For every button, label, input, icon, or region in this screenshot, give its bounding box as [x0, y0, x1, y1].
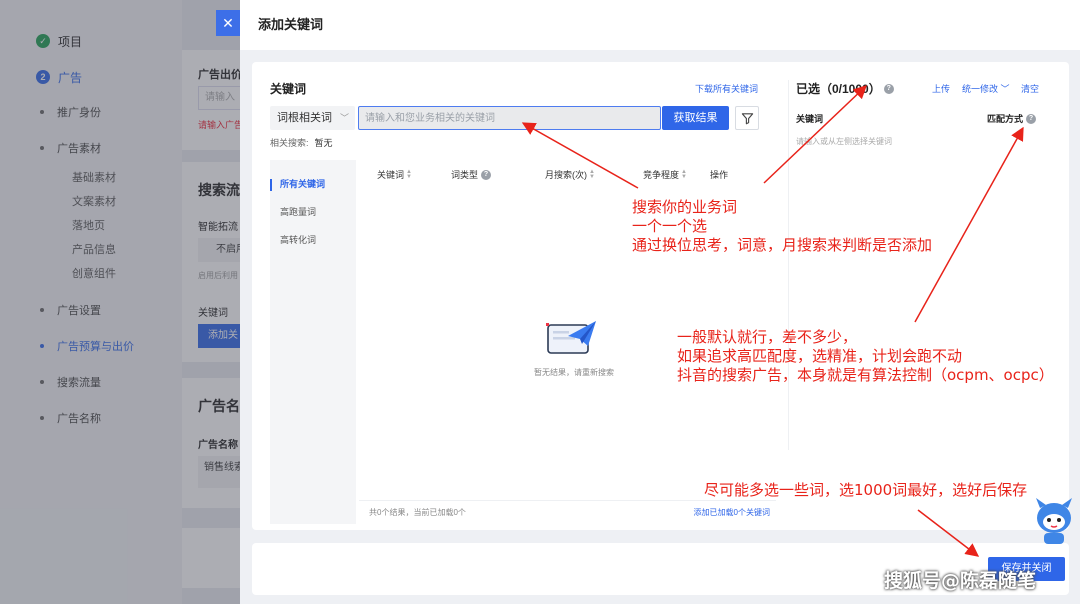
- filter-button[interactable]: [735, 106, 759, 130]
- column-label: 操作: [710, 170, 729, 180]
- annotation-line: 如果追求高匹配度，选精准，计划会跑不动: [677, 347, 963, 365]
- help-icon[interactable]: ?: [883, 83, 894, 94]
- batch-edit-dropdown[interactable]: 统一修改 ﹀: [962, 82, 1010, 95]
- column-monthly-search[interactable]: 月搜索(次) ▲ ▼: [545, 168, 595, 181]
- category-high-volume[interactable]: 高跑量词: [270, 198, 356, 226]
- column-competition[interactable]: 竞争程度 ▲ ▼: [643, 168, 687, 181]
- related-search: 相关搜索: 暂无: [270, 136, 339, 149]
- column-label: 月搜索(次): [545, 170, 587, 180]
- selected-column-keyword: 关键词: [796, 114, 824, 124]
- annotation-note-search: 搜索你的业务词 一个一个选 通过换位思考，词意，月搜索来判断是否添加: [632, 198, 932, 255]
- category-high-conversion[interactable]: 高转化词: [270, 226, 356, 254]
- upload-link[interactable]: 上传: [932, 82, 950, 95]
- keywords-section-title: 关键词: [270, 82, 307, 96]
- selected-empty-hint: 请输入或从左侧选择关键词: [796, 137, 892, 146]
- keyword-type-select[interactable]: 词根相关词 ﹀: [270, 106, 355, 130]
- selected-count: 已选（0/1000）: [796, 82, 881, 96]
- column-action: 操作: [710, 168, 728, 181]
- watermark-text: 搜狐号@陈磊随笔: [884, 570, 1037, 592]
- empty-state-text: 暂无结果，请重新搜索: [534, 368, 614, 377]
- keyword-category-list: 所有关键词 高跑量词 高转化词: [270, 160, 356, 524]
- chevron-down-icon: ﹀: [339, 113, 349, 123]
- result-count: 共0个结果，当前已加载0个: [369, 508, 466, 517]
- column-label: 关键词: [377, 170, 405, 180]
- add-keywords-drawer: 添加关键词 关键词 下载所有关键词 词根相关词 ﹀ 获取结果 相关搜索: 暂无 所…: [240, 0, 1080, 604]
- mascot-icon: [1036, 498, 1072, 544]
- selected-column-match-type: 匹配方式?: [987, 112, 1037, 125]
- sort-icon: ▲ ▼: [681, 168, 687, 180]
- annotation-line: 一般默认就行，差不多少，: [677, 328, 858, 346]
- keywords-panel: 关键词 下载所有关键词 词根相关词 ﹀ 获取结果 相关搜索: 暂无 所有关键词 高…: [252, 62, 1069, 530]
- keyword-type-select-value: 词根相关词: [277, 112, 332, 124]
- batch-edit-label: 统一修改: [962, 84, 999, 94]
- add-loaded-keywords-link[interactable]: 添加已加载0个关键词: [694, 501, 770, 525]
- drawer-title: 添加关键词: [240, 0, 1080, 50]
- column-label: 竞争程度: [643, 170, 680, 180]
- sort-icon: ▲ ▼: [406, 168, 412, 180]
- related-search-label: 相关搜索:: [270, 138, 309, 148]
- annotation-line: 通过换位思考，词意，月搜索来判断是否添加: [632, 236, 933, 254]
- annotation-note-save: 尽可能多选一些词，选1000词最好，选好后保存: [704, 481, 1028, 499]
- column-label: 词类型: [451, 170, 479, 180]
- sort-icon: ▲ ▼: [589, 168, 595, 180]
- related-search-value: 暂无: [314, 138, 333, 148]
- close-icon[interactable]: ✕: [216, 10, 240, 36]
- table-header: 关键词 ▲ ▼ 词类型? 月搜索(次) ▲ ▼ 竞争程度 ▲ ▼ 操作: [359, 160, 776, 188]
- keyword-search-input[interactable]: [358, 106, 661, 130]
- download-all-keywords-link[interactable]: 下载所有关键词: [695, 82, 758, 95]
- panel-divider: [788, 80, 789, 450]
- empty-state-icon: [546, 321, 596, 354]
- chevron-down-icon: ﹀: [998, 84, 1010, 94]
- selected-title: 已选（0/1000） ?: [796, 80, 894, 97]
- column-keyword[interactable]: 关键词 ▲ ▼: [377, 168, 412, 181]
- column-label: 匹配方式: [987, 114, 1024, 124]
- annotation-note-match: 一般默认就行，差不多少， 如果追求高匹配度，选精准，计划会跑不动 抖音的搜索广告…: [677, 328, 1054, 385]
- filter-icon: [741, 112, 753, 124]
- annotation-line: 搜索你的业务词: [632, 198, 738, 216]
- clear-link[interactable]: 清空: [1021, 82, 1039, 95]
- help-icon[interactable]: ?: [481, 169, 492, 180]
- category-all-keywords[interactable]: 所有关键词: [270, 170, 356, 198]
- fetch-results-button[interactable]: 获取结果: [662, 106, 729, 130]
- help-icon[interactable]: ?: [1026, 113, 1037, 124]
- column-word-type: 词类型?: [451, 168, 492, 181]
- overlay-mask: [0, 0, 240, 604]
- table-footer: 共0个结果，当前已加载0个 添加已加载0个关键词: [359, 500, 776, 524]
- annotation-line: 抖音的搜索广告，本身就是有算法控制（ocpm、ocpc）: [677, 366, 1054, 384]
- annotation-line: 一个一个选: [632, 217, 708, 235]
